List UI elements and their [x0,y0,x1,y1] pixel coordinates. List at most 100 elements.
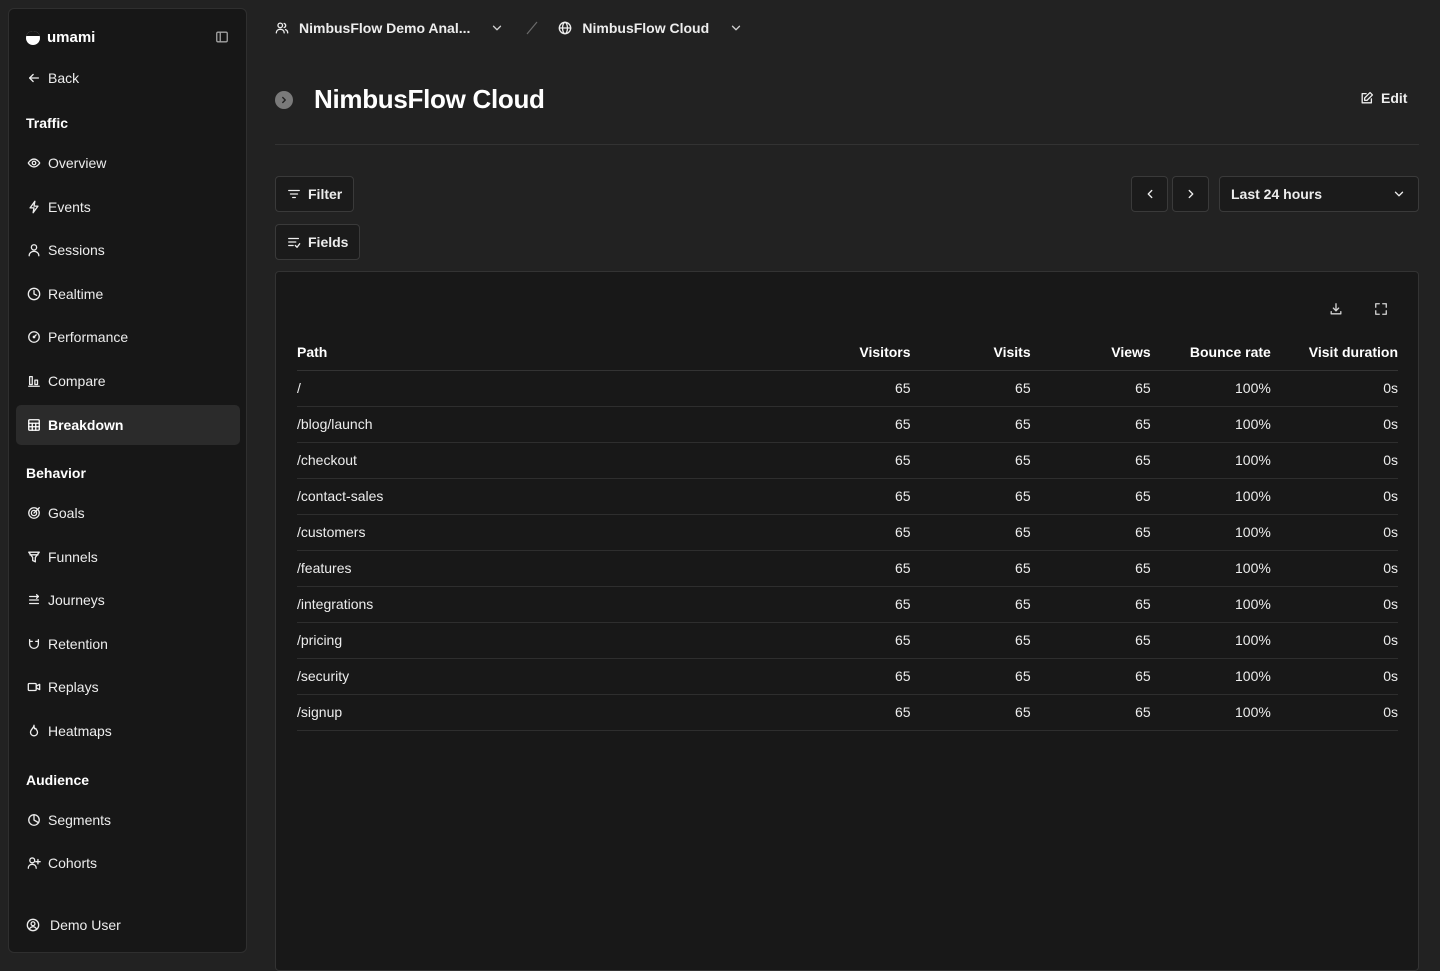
edit-label: Edit [1381,90,1408,106]
sidebar-item-compare[interactable]: Compare [16,361,240,401]
cell-path[interactable]: /signup [297,694,791,731]
date-range-label: Last 24 hours [1231,186,1323,202]
cell-views: 65 [1030,550,1151,587]
column-header-path[interactable]: Path [297,334,791,371]
brand-name: umami [47,29,96,46]
sidebar-toggle-icon[interactable] [215,30,229,44]
user-menu[interactable]: Demo User [26,917,121,933]
funnel-icon [28,551,40,563]
compare-icon [28,375,40,387]
chevron-down-icon [732,25,741,31]
breadcrumb-separator-icon [526,21,538,35]
cell-views: 65 [1030,478,1151,515]
website-name: NimbusFlow Cloud [582,20,710,36]
sidebar-item-replays[interactable]: Replays [16,667,240,707]
video-icon [27,682,41,692]
date-range-select[interactable]: Last 24 hours [1219,176,1419,212]
cell-path[interactable]: /security [297,658,791,695]
sidebar-item-label: Breakdown [48,417,124,433]
column-header-visit-duration[interactable]: Visit duration [1270,334,1398,371]
chevron-down-icon [1394,191,1404,197]
sidebar-item-breakdown[interactable]: Breakdown [16,405,240,445]
website-selector[interactable]: NimbusFlow Cloud [558,20,743,36]
sidebar-item-segments[interactable]: Segments [16,800,240,840]
expand-icon [1375,303,1387,315]
cell-bounce-rate: 100% [1150,622,1271,659]
cell-visits: 65 [910,622,1031,659]
sidebar-item-label: Journeys [48,592,105,608]
cell-bounce-rate: 100% [1150,514,1271,551]
cell-path[interactable]: /features [297,550,791,587]
cell-visits: 65 [910,514,1031,551]
cell-path[interactable]: /integrations [297,586,791,623]
flame-icon [29,724,39,737]
column-header-visits[interactable]: Visits [910,334,1031,371]
clock-icon [27,287,41,301]
sidebar-item-overview[interactable]: Overview [16,143,240,183]
sidebar-item-funnels[interactable]: Funnels [16,537,240,577]
sidebar-item-label: Funnels [48,549,98,565]
sidebar-item-label: Heatmaps [48,723,112,739]
sidebar-item-cohorts[interactable]: Cohorts [16,843,240,883]
list-check-icon [288,237,301,248]
next-range-button[interactable] [1172,176,1209,212]
cell-path[interactable]: /customers [297,514,791,551]
table-row: /pricing 65 65 65 100% 0s [297,622,1398,659]
download-icon [1330,303,1342,315]
column-header-views[interactable]: Views [1030,334,1151,371]
table-row: /blog/launch 65 65 65 100% 0s [297,406,1398,443]
team-selector[interactable]: NimbusFlow Demo Anal... [275,20,504,36]
column-header-visitors[interactable]: Visitors [790,334,911,371]
fields-button[interactable]: Fields [275,224,361,260]
sidebar-item-events[interactable]: Events [16,187,240,227]
chevron-left-icon [1147,189,1152,199]
download-button[interactable] [1329,302,1343,316]
edit-button[interactable]: Edit [1360,90,1407,106]
cell-visitors: 65 [790,478,911,515]
sidebar-item-heatmaps[interactable]: Heatmaps [16,711,240,751]
cell-visit-duration: 0s [1270,658,1398,695]
page-title: NimbusFlow Cloud [314,84,545,114]
target-icon [28,507,40,519]
sidebar-item-realtime[interactable]: Realtime [16,274,240,314]
back-link[interactable]: Back [16,58,240,98]
fields-label: Fields [308,234,349,250]
cell-bounce-rate: 100% [1150,586,1271,623]
cell-visit-duration: 0s [1270,694,1398,731]
lightning-icon [29,200,39,214]
sidebar-item-label: Realtime [48,286,104,302]
cell-visitors: 65 [790,514,911,551]
sidebar-item-journeys[interactable]: Journeys [16,580,240,620]
previous-range-button[interactable] [1131,176,1168,212]
cell-path[interactable]: /blog/launch [297,406,791,443]
route-icon [28,594,40,605]
sidebar-item-label: Events [48,199,91,215]
breadcrumb: NimbusFlow Demo Anal... NimbusFlow Cloud [275,18,743,38]
sidebar-item-performance[interactable]: Performance [16,317,240,357]
cell-visitors: 65 [790,622,911,659]
sidebar-item-goals[interactable]: Goals [16,493,240,533]
back-label: Back [48,70,80,86]
cell-visitors: 65 [790,658,911,695]
filter-button[interactable]: Filter [275,176,355,212]
cell-views: 65 [1030,694,1151,731]
cell-path[interactable]: /pricing [297,622,791,659]
cell-views: 65 [1030,586,1151,623]
cell-path[interactable]: /contact-sales [297,478,791,515]
table-row: /features 65 65 65 100% 0s [297,550,1398,587]
panel-tools [1329,302,1388,316]
brand[interactable]: umami [26,29,95,46]
sidebar-item-retention[interactable]: Retention [16,624,240,664]
cell-path[interactable]: /checkout [297,442,791,479]
cell-visits: 65 [910,658,1031,695]
cell-views: 65 [1030,406,1151,443]
table-row: /signup 65 65 65 100% 0s [297,694,1398,731]
sidebar-item-sessions[interactable]: Sessions [16,230,240,270]
sidebar-item-label: Retention [48,636,108,652]
fullscreen-button[interactable] [1374,302,1388,316]
cell-path[interactable]: / [297,370,791,407]
chevron-right-icon [1188,189,1193,199]
eye-icon [27,158,41,168]
cell-visit-duration: 0s [1270,442,1398,479]
column-header-bounce-rate[interactable]: Bounce rate [1150,334,1271,371]
